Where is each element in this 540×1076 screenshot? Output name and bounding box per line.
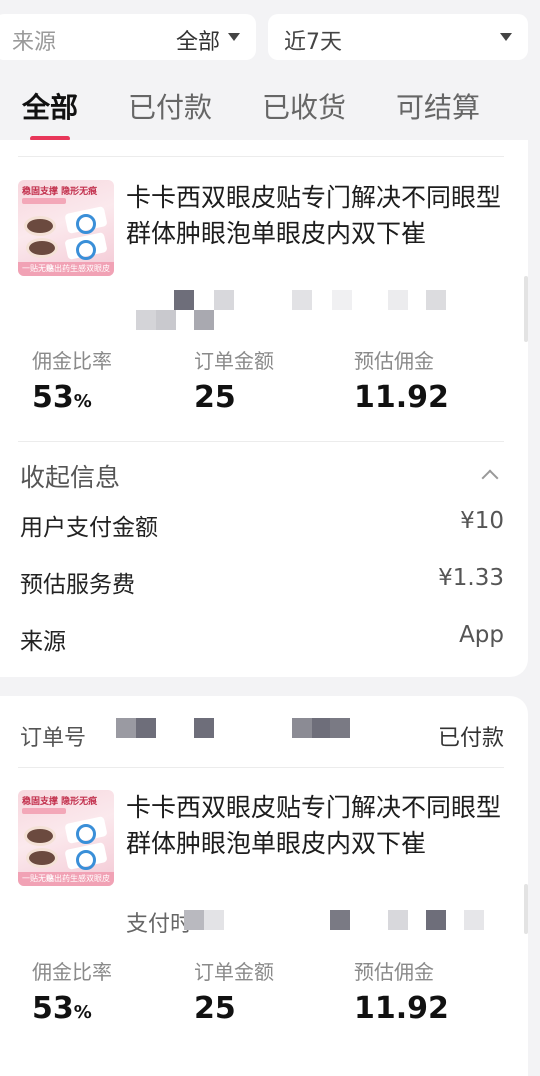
commission-rate-label: 佣金比率 — [32, 349, 112, 373]
detail-row-source: 来源 App — [20, 622, 504, 655]
order-amount-value: 25 — [194, 380, 236, 415]
estimated-commission-stat: 预估佣金 11.92 — [354, 345, 449, 415]
thumbnail-top-text: 稳固支撑 隐形无痕 — [22, 187, 98, 197]
estimated-commission-stat: 预估佣金 11.92 — [354, 956, 449, 1026]
estimated-commission-label: 预估佣金 — [354, 960, 434, 984]
product-thumbnail[interactable]: 稳固支撑 隐形无痕 一贴无痕 贴出药生感双眼皮 — [18, 180, 114, 276]
product-title[interactable]: 卡卡西双眼皮贴专门解决不同眼型群体肿眼泡单眼皮内双下崔 — [126, 180, 510, 252]
tab-all[interactable]: 全部 — [22, 86, 78, 126]
order-card[interactable]: 稳固支撑 隐形无痕 一贴无痕 贴出药生感双眼皮 卡卡西双眼皮贴专门解决不同眼型群… — [0, 140, 528, 677]
thumbnail-bottom-right-text: 贴出药生感双眼皮 — [46, 874, 110, 883]
detail-key: 用户支付金额 — [20, 515, 158, 541]
order-amount-label: 订单金额 — [194, 349, 274, 373]
caret-down-icon — [228, 33, 240, 41]
thumbnail-top-text: 稳固支撑 隐形无痕 — [22, 797, 98, 807]
detail-value: App — [459, 622, 504, 648]
estimated-commission-label: 预估佣金 — [354, 349, 434, 373]
estimated-commission-value: 11.92 — [354, 380, 449, 415]
commission-rate-unit: % — [73, 391, 92, 412]
detail-row-service-fee: 预估服务费 ¥1.33 — [20, 565, 504, 598]
product-title[interactable]: 卡卡西双眼皮贴专门解决不同眼型群体肿眼泡单眼皮内双下崔 — [126, 790, 510, 862]
source-value: 全部 — [175, 30, 220, 55]
commission-rate-unit: % — [73, 1002, 92, 1023]
thumbnail-bottom-right-text: 贴出药生感双眼皮 — [46, 264, 110, 273]
pay-time-label: 支付时 — [126, 912, 193, 937]
detail-key: 预估服务费 — [20, 572, 135, 598]
estimated-commission-value: 11.92 — [354, 991, 449, 1026]
divider — [18, 767, 504, 768]
divider — [18, 441, 504, 442]
order-status-badge: 已付款 — [437, 726, 504, 751]
detail-key: 来源 — [20, 629, 66, 655]
order-amount-label: 订单金额 — [194, 960, 274, 984]
tab-received[interactable]: 已收货 — [262, 86, 346, 126]
source-label: 来源 — [12, 30, 57, 55]
order-amount-stat: 订单金额 25 — [194, 956, 274, 1026]
order-number-label: 订单号 — [20, 726, 87, 751]
date-range-value: 近7天 — [284, 30, 342, 55]
chevron-up-icon[interactable] — [481, 469, 499, 487]
detail-row-user-payment: 用户支付金额 ¥10 — [20, 508, 504, 541]
divider — [18, 156, 504, 157]
tab-paid[interactable]: 已付款 — [128, 86, 212, 126]
order-amount-value: 25 — [194, 991, 236, 1026]
filter-bar: 来源 全部 近7天 — [0, 14, 540, 60]
commission-rate-stat: 佣金比率 53% — [32, 345, 112, 415]
detail-value: ¥1.33 — [438, 565, 504, 591]
commission-rate-label: 佣金比率 — [32, 960, 112, 984]
caret-down-icon — [500, 33, 512, 41]
order-card[interactable]: 订单号 已付款 稳固支撑 隐形无痕 一贴无痕 贴出药生感双眼皮 卡卡西双眼皮贴专… — [0, 696, 528, 1076]
tab-settleable[interactable]: 可结算 — [396, 86, 480, 126]
scrollbar[interactable] — [524, 276, 528, 342]
commission-rate-stat: 佣金比率 53% — [32, 956, 112, 1026]
collapse-info-toggle[interactable]: 收起信息 — [20, 458, 120, 494]
status-tabs: 全部 已付款 已收货 可结算 — [0, 86, 540, 146]
product-thumbnail[interactable]: 稳固支撑 隐形无痕 一贴无痕 贴出药生感双眼皮 — [18, 790, 114, 886]
commission-rate-value: 53 — [32, 991, 74, 1026]
scrollbar[interactable] — [524, 884, 528, 934]
detail-value: ¥10 — [460, 508, 504, 534]
date-range-dropdown[interactable]: 近7天 — [268, 14, 528, 60]
order-amount-stat: 订单金额 25 — [194, 345, 274, 415]
source-dropdown[interactable]: 来源 全部 — [0, 14, 256, 60]
commission-rate-value: 53 — [32, 380, 74, 415]
